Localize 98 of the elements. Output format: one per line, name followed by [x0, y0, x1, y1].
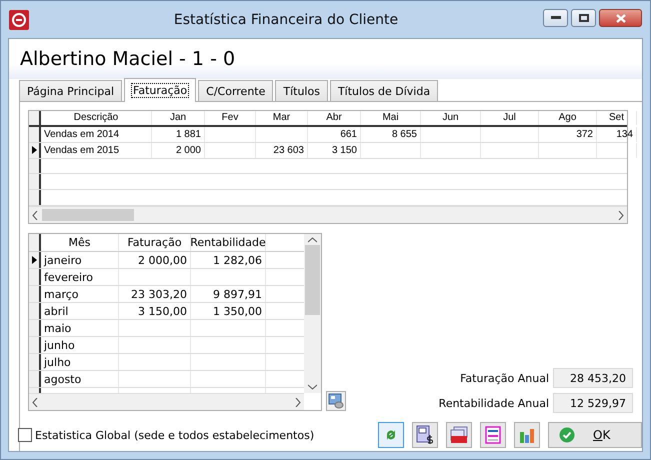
table-cell: 2 000	[152, 142, 205, 158]
document-money-button[interactable]	[412, 422, 438, 448]
table-cell: 9 897,91	[191, 286, 266, 302]
table-cell: 1 350,00	[191, 303, 266, 319]
minimize-button[interactable]	[543, 9, 568, 27]
total-value-field: 28 453,20	[553, 368, 633, 388]
form-button[interactable]	[480, 422, 506, 448]
scroll-up-icon	[308, 237, 317, 243]
total-label: Rentabilidade Anual	[438, 396, 549, 410]
column-header[interactable]: Set	[597, 111, 637, 125]
refresh-button[interactable]	[378, 422, 404, 448]
row-indicator[interactable]	[29, 303, 41, 319]
table-cell: fevereiro	[41, 269, 119, 285]
row-indicator[interactable]	[29, 142, 41, 158]
minimize-icon	[550, 16, 560, 20]
refresh-icon	[385, 429, 397, 441]
scroll-right-icon	[618, 210, 624, 220]
column-header[interactable]: Mês	[41, 234, 119, 251]
total-label: Faturação Anual	[460, 372, 549, 384]
table-cell: 134	[597, 126, 637, 142]
maximize-button[interactable]	[571, 9, 596, 27]
row-indicator[interactable]	[29, 354, 41, 370]
ok-button[interactable]: OK	[548, 422, 642, 448]
window-title: Estatística Financeira do Cliente	[172, 12, 400, 28]
table-cell: 8 655	[361, 126, 421, 142]
total-value-field: 12 529,97	[553, 393, 633, 413]
table-cell: março	[41, 286, 119, 302]
row-indicator[interactable]	[29, 190, 41, 206]
column-header[interactable]: Ago	[539, 111, 597, 125]
grid-settings-button[interactable]	[326, 391, 346, 411]
table-cell: 661	[308, 126, 361, 142]
row-indicator[interactable]	[29, 337, 41, 353]
table-cell: 23 603	[256, 142, 308, 158]
table-cell: 1 282,06	[191, 252, 266, 268]
tab[interactable]: Títulos de Dívida	[330, 80, 438, 101]
horizontal-scrollbar[interactable]	[29, 206, 627, 223]
column-header[interactable]: Mai	[361, 111, 421, 125]
table-cell: julho	[41, 354, 119, 370]
checkmark-icon	[559, 427, 575, 443]
table-cell: agosto	[41, 371, 119, 387]
table-cell: 3 150	[308, 142, 361, 158]
table-cell: maio	[41, 320, 119, 336]
current-row-icon	[32, 146, 36, 154]
current-row-icon	[32, 256, 36, 264]
scroll-down-icon	[308, 384, 317, 390]
app-logo-icon	[9, 10, 29, 30]
scroll-right-icon	[295, 398, 301, 406]
column-header[interactable]: Faturação	[119, 234, 191, 251]
checkbox-label[interactable]: Estatistica Global (sede e todos estabelecimentos)	[35, 428, 314, 442]
row-indicator[interactable]	[29, 320, 41, 336]
column-header[interactable]: Mar	[256, 111, 308, 125]
column-header[interactable]: Jan	[152, 111, 205, 125]
column-header[interactable]: Jun	[421, 111, 481, 125]
scroll-left-icon	[32, 210, 38, 220]
row-indicator[interactable]	[29, 174, 41, 190]
table-cell: abril	[41, 303, 119, 319]
row-indicator[interactable]	[29, 234, 41, 251]
table-cell: 2 000,00	[119, 252, 191, 268]
row-indicator[interactable]	[29, 111, 41, 125]
tab[interactable]: Títulos	[275, 80, 328, 101]
chart-button[interactable]	[514, 422, 540, 448]
row-indicator[interactable]	[29, 158, 41, 174]
folder-button[interactable]	[446, 422, 472, 448]
close-icon	[616, 14, 626, 22]
row-indicator[interactable]	[29, 269, 41, 285]
close-button[interactable]	[599, 9, 642, 27]
scroll-left-icon	[32, 398, 38, 406]
document-dollar-icon	[416, 425, 434, 445]
checkbox[interactable]	[18, 428, 32, 442]
row-indicator[interactable]	[29, 371, 41, 387]
row-indicator[interactable]	[29, 252, 41, 268]
window-disk-icon	[328, 393, 344, 409]
column-header[interactable]: Jul	[481, 111, 539, 125]
row-indicator[interactable]	[29, 286, 41, 302]
form-icon	[485, 426, 501, 444]
column-header[interactable]: Abr	[308, 111, 361, 125]
client-name: Albertino Maciel - 1 - 0	[20, 48, 236, 70]
bar-chart-icon	[519, 426, 535, 444]
table-cell: 23 303,20	[119, 286, 191, 302]
row-indicator[interactable]	[29, 388, 41, 393]
tab[interactable]: C/Corrente	[198, 80, 274, 101]
tab[interactable]: Página Principal	[19, 80, 122, 101]
table-cell: 1 881	[152, 126, 205, 142]
table-cell: 372	[539, 126, 597, 142]
maximize-icon	[578, 14, 588, 22]
folders-icon	[449, 426, 469, 444]
tab[interactable]: Faturação	[124, 78, 196, 102]
table-cell: 3 150,00	[119, 303, 191, 319]
column-header[interactable]: Rentabilidade	[191, 234, 266, 251]
row-indicator[interactable]	[29, 126, 41, 142]
column-header[interactable]: Descrição	[41, 111, 152, 125]
vertical-scrollbar[interactable]	[304, 234, 321, 393]
horizontal-scrollbar[interactable]	[29, 393, 304, 410]
table-cell: Vendas em 2014	[41, 126, 152, 142]
table-cell: Vendas em 2015	[41, 142, 152, 158]
table-cell: junho	[41, 337, 119, 353]
table-cell: janeiro	[41, 252, 119, 268]
column-header[interactable]: Fev	[205, 111, 256, 125]
